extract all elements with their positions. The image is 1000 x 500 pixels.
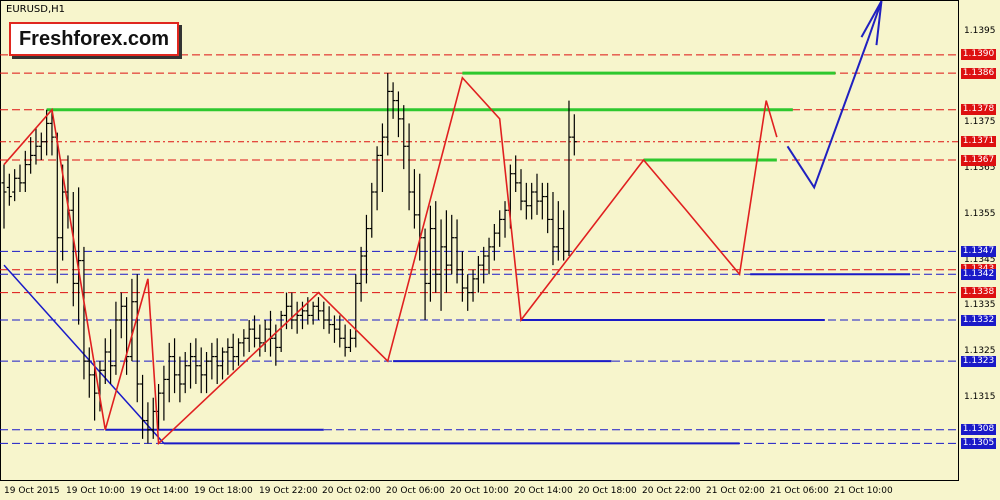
x-tick-label: 19 Oct 14:00 — [130, 486, 189, 496]
price-level-label: 1.1371 — [961, 136, 996, 148]
zigzag-line — [3, 76, 778, 446]
price-level-label: 1.1323 — [961, 355, 996, 367]
forecast-arrow-head — [860, 0, 883, 46]
y-tick-label: 1.1355 — [964, 208, 996, 219]
y-tick-label: 1.1375 — [964, 117, 996, 128]
x-tick-label: 20 Oct 22:00 — [642, 486, 701, 496]
price-level-label: 1.1378 — [961, 104, 996, 116]
forecast-path — [786, 40, 869, 190]
y-tick-label: 1.1335 — [964, 300, 996, 311]
price-level-label: 1.1367 — [961, 154, 996, 166]
price-chart — [0, 0, 959, 481]
y-tick-label: 1.1395 — [964, 26, 996, 36]
x-tick-label: 19 Oct 2015 — [4, 486, 60, 496]
price-level-label: 1.1347 — [961, 245, 996, 257]
y-tick-label: 1.1315 — [964, 391, 996, 402]
price-level-label: 1.1332 — [961, 314, 996, 326]
x-tick-label: 20 Oct 06:00 — [386, 486, 445, 496]
price-level-label: 1.1308 — [961, 424, 996, 436]
chart-window: EURUSD,H1 Freshforex.com 1.13951.13851.1… — [0, 0, 1000, 500]
freshforex-logo: Freshforex.com — [9, 22, 179, 56]
price-level-label: 1.1305 — [961, 437, 996, 449]
price-level-label: 1.1386 — [961, 67, 996, 79]
x-tick-label: 21 Oct 02:00 — [706, 486, 765, 496]
y-tick-label: 1.1325 — [964, 346, 996, 356]
symbol-label: EURUSD,H1 — [6, 4, 66, 15]
x-tick-label: 21 Oct 06:00 — [770, 486, 829, 496]
x-tick-label: 19 Oct 22:00 — [259, 486, 318, 496]
x-tick-label: 21 Oct 10:00 — [834, 486, 893, 496]
x-tick-label: 20 Oct 18:00 — [578, 486, 637, 496]
price-level-label: 1.1390 — [961, 49, 996, 61]
price-level-label: 1.1338 — [961, 287, 996, 299]
x-tick-label: 20 Oct 10:00 — [450, 486, 509, 496]
price-level-label: 1.1342 — [961, 268, 996, 280]
x-tick-label: 20 Oct 14:00 — [514, 486, 573, 496]
x-tick-label: 19 Oct 18:00 — [194, 486, 253, 496]
x-tick-label: 19 Oct 10:00 — [66, 486, 125, 496]
x-tick-label: 20 Oct 02:00 — [322, 486, 381, 496]
